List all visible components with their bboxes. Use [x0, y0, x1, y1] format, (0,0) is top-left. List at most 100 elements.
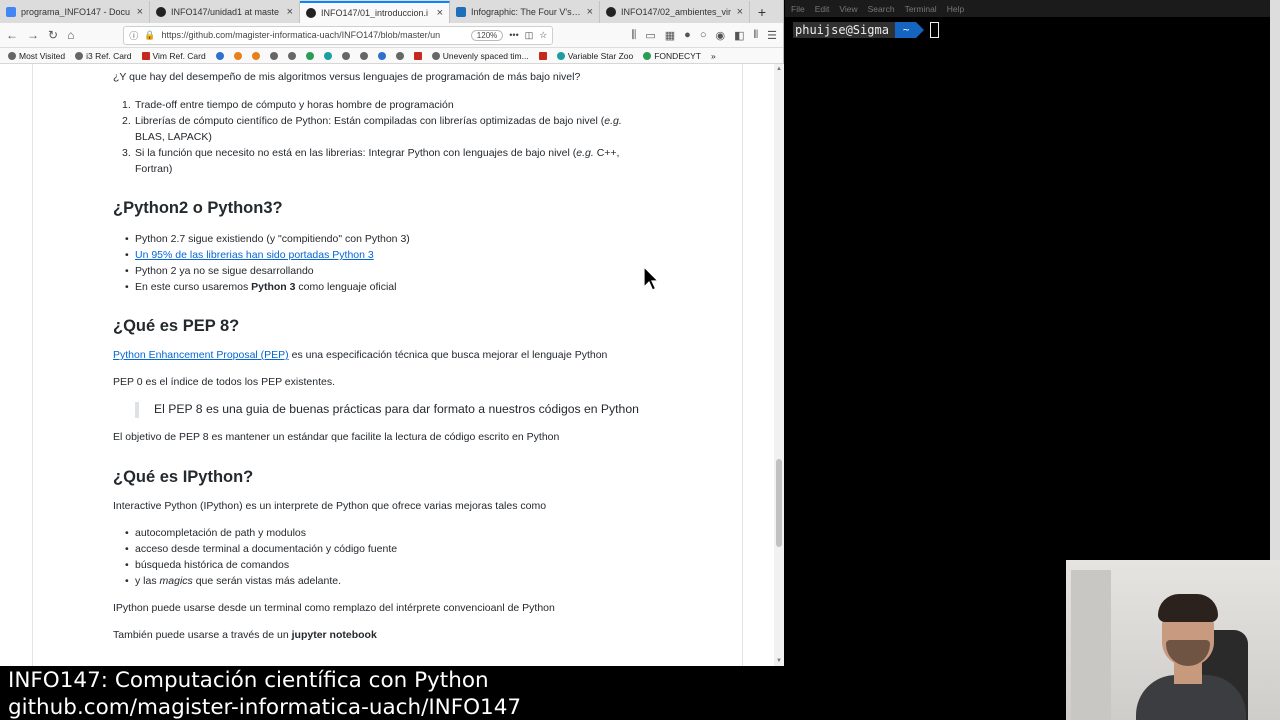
bookmark-icon[interactable] [305, 51, 314, 60]
tab-introduccion[interactable]: INFO147/01_introduccion.i × [300, 1, 450, 23]
screen: programa_INFO147 - Docu × INFO147/unidad… [0, 0, 1280, 720]
list-item-text: Librerías de cómputo científico de Pytho… [135, 115, 605, 127]
video-caption: INFO147: Computación científica con Pyth… [8, 667, 521, 720]
extension-icon[interactable]: ○ [700, 29, 707, 42]
scroll-up-icon[interactable]: ▲ [775, 65, 783, 73]
bookmark-icon[interactable] [377, 51, 386, 60]
pep8-blockquote: El PEP 8 es una guia de buenas prácticas… [135, 402, 695, 418]
close-icon[interactable]: × [137, 6, 143, 18]
bookmark-label: Most Visited [19, 50, 66, 61]
bookmark-icon[interactable] [341, 51, 350, 60]
grid-icon[interactable]: ▦ [665, 29, 675, 42]
terminal-scrollbar[interactable] [1270, 0, 1280, 560]
gear-icon [8, 51, 16, 60]
page-actions-icon[interactable]: ••• [509, 30, 518, 40]
menu-help[interactable]: Help [947, 4, 964, 14]
bookmark-icon[interactable] [251, 51, 260, 60]
tab-label: INFO147/01_introduccion.i [321, 8, 429, 18]
close-icon[interactable]: × [287, 6, 293, 18]
zoom-indicator[interactable]: 120% [470, 29, 504, 41]
drive-icon [643, 51, 652, 60]
tab-label: Infographic: The Four V's of [471, 7, 582, 17]
bookmark-icon[interactable] [323, 51, 332, 60]
bookmark-icon[interactable] [287, 51, 296, 60]
list-item-continuation: BLAS, LAPACK) [135, 131, 212, 143]
home-icon[interactable]: ⌂ [67, 28, 74, 42]
info-icon[interactable]: ⓘ [129, 29, 138, 42]
new-tab-button[interactable]: + [750, 1, 774, 23]
github-icon [306, 8, 316, 18]
prompt-directory: ~ [894, 22, 916, 38]
menu-search[interactable]: Search [868, 4, 895, 14]
address-bar[interactable]: ⓘ 🔒 https://github.com/magister-informat… [123, 25, 554, 45]
tab-infographic[interactable]: Infographic: The Four V's of × [450, 1, 600, 23]
scrollbar-thumb[interactable] [776, 459, 782, 547]
bookmark-variable-star-zoo[interactable]: Variable Star Zoo [556, 51, 633, 61]
caption-repo-url: github.com/magister-informatica-uach/INF… [8, 695, 522, 720]
bookmark-most-visited[interactable]: Most Visited [8, 51, 65, 61]
tab-label: programa_INFO147 - Docu [21, 7, 131, 17]
bookmark-star-icon[interactable]: ☆ [539, 30, 547, 41]
reload-icon[interactable]: ↻ [48, 28, 58, 42]
list-item: acceso desde terminal a documentación y … [125, 543, 397, 555]
sidebar-icon[interactable]: ▭ [645, 29, 655, 42]
scroll-down-icon[interactable]: ▼ [775, 657, 783, 665]
library-icon[interactable]: ⫼ [631, 29, 636, 42]
tab-unidad1[interactable]: INFO147/unidad1 at maste × [150, 1, 300, 23]
close-icon[interactable]: × [737, 6, 743, 18]
paragraph-text: También puede usarse a través de un [113, 629, 292, 641]
tab-ambientes[interactable]: INFO147/02_ambientes_vir × [600, 1, 750, 23]
extension-icon[interactable]: ◉ [715, 29, 725, 42]
forward-icon[interactable]: → [27, 28, 39, 42]
tab-programa[interactable]: programa_INFO147 - Docu × [0, 1, 150, 23]
menu-terminal[interactable]: Terminal [905, 4, 937, 14]
page-scrollbar[interactable]: ▲ ▼ [774, 64, 784, 666]
list-item: 3. Si la función que necesito no está en … [122, 147, 620, 159]
pep-paragraph: Python Enhancement Proposal (PEP) es una… [113, 349, 607, 361]
close-icon[interactable]: × [437, 7, 443, 19]
ipython-jupyter-paragraph: También puede usarse a través de un jupy… [113, 629, 377, 641]
bookmark-icon[interactable] [215, 51, 224, 60]
terminal-window[interactable]: File Edit View Search Terminal Help phui… [785, 0, 1270, 560]
libraries-ported-link[interactable]: Un 95% de las librerias han sido portada… [135, 249, 374, 261]
bookmark-icon[interactable] [395, 51, 404, 60]
bookmark-icon[interactable] [359, 51, 368, 60]
bookmark-icon[interactable] [233, 51, 242, 60]
list-item-text: como lenguaje oficial [295, 281, 397, 293]
list-item: Python 2.7 sigue existiendo (y "compitie… [125, 233, 410, 245]
github-icon [606, 7, 616, 17]
list-item-emphasis: e.g. [604, 115, 622, 127]
pocket-icon[interactable]: ◫ [525, 30, 534, 41]
prompt-user-host: phuijse@Sigma [793, 22, 895, 38]
close-icon[interactable]: × [587, 6, 593, 18]
bookmark-label: FONDECYT [654, 50, 701, 61]
bookmark-icon[interactable] [538, 51, 547, 60]
bookmark-i3-ref-card[interactable]: i3 Ref. Card [75, 51, 132, 61]
extension-icon[interactable]: ⫴ [754, 29, 759, 42]
menu-file[interactable]: File [791, 4, 805, 14]
list-item: 2. Librerías de cómputo científico de Pyt… [122, 115, 622, 127]
list-item-bold: Python 3 [251, 281, 296, 293]
bookmark-vim-ref-card[interactable]: Vim Ref. Card [141, 51, 206, 61]
menu-view[interactable]: View [839, 4, 857, 14]
nav-bar: ← → ↻ ⌂ ⓘ 🔒 https://github.com/magister-… [0, 23, 783, 48]
mouse-pointer-icon [643, 266, 659, 291]
terminal-cursor[interactable] [929, 22, 939, 38]
bookmark-icon[interactable] [269, 51, 278, 60]
github-icon [156, 7, 166, 17]
more-bookmarks-icon[interactable]: » [711, 51, 716, 61]
paragraph-text: es una especificación técnica que busca … [288, 349, 608, 361]
bookmark-unevenly-spaced[interactable]: Unevenly spaced tim... [431, 51, 529, 61]
bookmark-icon[interactable] [413, 51, 422, 60]
heading-python2-python3: ¿Python2 o Python3? [113, 199, 283, 217]
back-icon[interactable]: ← [6, 28, 18, 42]
list-item: En este curso usaremos Python 3 como len… [125, 281, 397, 293]
list-item-text: C++, [593, 147, 620, 159]
extension-icon[interactable]: ◧ [734, 29, 744, 42]
pep-link[interactable]: Python Enhancement Proposal (PEP) [113, 349, 289, 361]
menu-icon[interactable]: ☰ [767, 29, 777, 42]
menu-edit[interactable]: Edit [815, 4, 830, 14]
bookmarks-bar: Most Visited i3 Ref. Card Vim Ref. Card … [0, 48, 783, 64]
bookmark-fondecyt[interactable]: FONDECYT [643, 51, 701, 61]
extension-icon[interactable]: ● [684, 29, 691, 42]
